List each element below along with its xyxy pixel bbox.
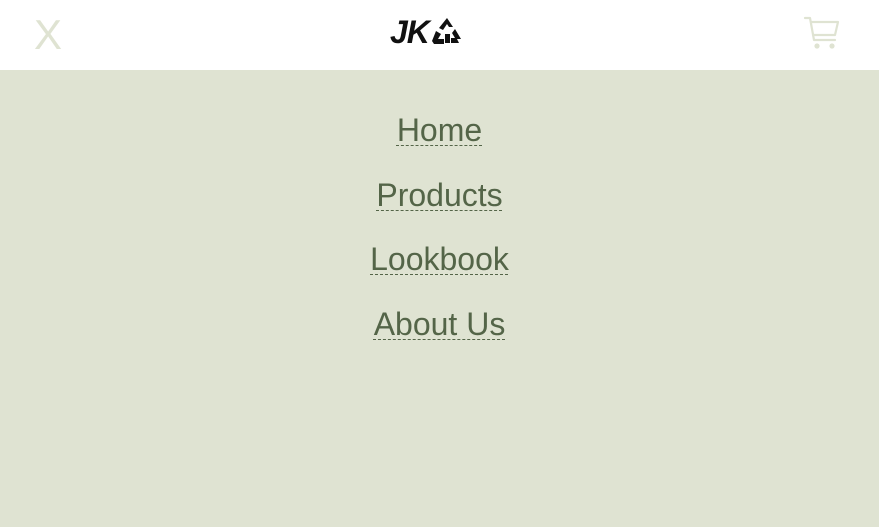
close-menu-button[interactable]: X [28, 14, 68, 56]
recycle-icon [431, 18, 461, 44]
menu-item-about-us[interactable]: About Us [374, 302, 506, 367]
menu-item-products[interactable]: Products [376, 173, 502, 238]
logo-text: JK [390, 14, 430, 50]
cart-icon [803, 16, 840, 49]
cart-button[interactable] [803, 14, 843, 54]
menu-item-lookbook[interactable]: Lookbook [370, 237, 509, 302]
site-logo[interactable]: JK [390, 14, 490, 50]
menu-item-label: About Us [373, 305, 506, 342]
menu-item-label: Products [376, 176, 503, 213]
menu-item-home[interactable]: Home [397, 108, 482, 173]
main-menu: Home Products Lookbook About Us [0, 108, 879, 366]
menu-item-label: Home [396, 112, 483, 148]
close-icon: X [33, 11, 62, 58]
top-bar: X JK [0, 0, 879, 70]
menu-item-label: Lookbook [370, 241, 509, 277]
